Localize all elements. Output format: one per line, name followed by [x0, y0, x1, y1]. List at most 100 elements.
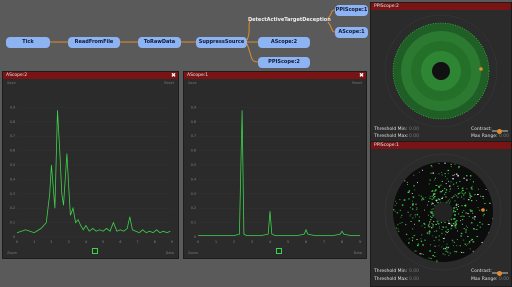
- radar-echo: [456, 203, 458, 205]
- radar-echo: [481, 223, 483, 225]
- ascope1-xtick-label: 4: [269, 240, 271, 244]
- radar-echo: [462, 190, 464, 192]
- radar-echo: [441, 172, 443, 173]
- radar-echo: [461, 192, 463, 194]
- radar-echo: [435, 224, 437, 225]
- node-ppiscope2[interactable]: PPIScope:2: [258, 57, 310, 68]
- ascope2-xtick-label: 0: [16, 240, 18, 244]
- radar-echo: [434, 252, 436, 253]
- radar-echo: [399, 199, 401, 201]
- radar-echo: [408, 238, 410, 240]
- radar-echo: [454, 221, 456, 223]
- ppiscope2-contrast-knob[interactable]: [497, 128, 502, 134]
- radar-echo: [470, 195, 473, 197]
- ascope1-title-bar[interactable]: AScope:1 ✖: [184, 72, 366, 79]
- radar-echo: [453, 218, 456, 220]
- ascope1-zoom-button[interactable]: Zoom: [188, 251, 198, 255]
- radar-echo: [414, 223, 415, 225]
- radar-echo: [428, 214, 429, 216]
- ascope1-ytick-label: 0.4: [191, 177, 196, 181]
- ppiscope2-threshold-max-value[interactable]: 0.00: [409, 134, 419, 139]
- radar-echo: [427, 204, 428, 206]
- radar-echo: [449, 200, 451, 202]
- radar-echo: [462, 193, 464, 194]
- radar-echo: [444, 173, 446, 175]
- node-detect-active-target-deception[interactable]: DetectActiveTargetDeception: [248, 15, 331, 26]
- ascope2-save-button[interactable]: Save: [7, 81, 16, 85]
- radar-echo: [444, 248, 446, 250]
- radar-echo: [443, 248, 445, 250]
- radar-echo: [399, 209, 401, 212]
- ppiscope1-title-bar[interactable]: PPIScope:1: [371, 142, 511, 149]
- ppiscope1-contrast-slider[interactable]: [492, 270, 508, 276]
- radar-echo: [484, 203, 486, 204]
- node-suppress-source[interactable]: SuppressSource: [196, 37, 247, 48]
- radar-echo: [421, 253, 423, 255]
- radar-echo: [465, 230, 467, 231]
- radar-echo: [445, 226, 447, 228]
- ascope2-ytick-label: 0.6: [10, 149, 15, 153]
- ascope2-title-bar[interactable]: AScope:2 ✖: [3, 72, 178, 79]
- radar-echo: [442, 190, 444, 192]
- ascope2-data-button[interactable]: Data: [166, 251, 174, 255]
- radar-echo: [424, 209, 425, 211]
- radar-echo: [463, 198, 465, 200]
- radar-echo: [413, 174, 415, 176]
- radar-echo: [463, 209, 465, 212]
- radar-echo: [463, 177, 465, 179]
- radar-echo: [438, 186, 440, 188]
- radar-echo: [447, 246, 450, 249]
- node-tick[interactable]: Tick: [6, 37, 50, 48]
- radar-echo: [454, 226, 456, 228]
- radar-echo: [459, 245, 461, 247]
- radar-echo: [475, 229, 478, 230]
- ppiscope2-threshold-min-value[interactable]: 0.00: [409, 127, 419, 132]
- radar-echo: [443, 188, 446, 190]
- radar-echo: [408, 242, 410, 244]
- radar-echo: [437, 222, 439, 224]
- node-to-raw-data[interactable]: ToRawData: [138, 37, 181, 48]
- ascope1-data-button[interactable]: Data: [354, 251, 362, 255]
- radar-echo: [430, 258, 432, 259]
- ascope1-save-button[interactable]: Save: [188, 81, 197, 85]
- ascope2-reset-button[interactable]: Reset: [164, 81, 174, 85]
- radar-echo: [479, 226, 481, 228]
- ppiscope2-title-bar[interactable]: PPIScope:2: [371, 3, 511, 10]
- radar-echo: [395, 200, 397, 202]
- ascope1-reset-button[interactable]: Reset: [352, 81, 362, 85]
- radar-echo: [417, 181, 418, 184]
- ascope1-title: AScope:1: [187, 73, 209, 78]
- ppiscope1-threshold-min-value[interactable]: 0.00: [409, 269, 419, 274]
- radar-echo: [438, 239, 440, 241]
- ascope1-legend-marker[interactable]: [276, 248, 282, 254]
- ascope2-legend-marker[interactable]: [92, 248, 98, 254]
- ppiscope1-max-range-value[interactable]: 0.00: [499, 277, 509, 282]
- close-icon[interactable]: ✖: [359, 72, 364, 79]
- radar-echo: [480, 195, 482, 197]
- ppiscope1-threshold-max-value[interactable]: 0.00: [409, 277, 419, 282]
- ppiscope1-contrast-knob[interactable]: [497, 270, 502, 276]
- node-read-from-file[interactable]: ReadFromFile: [68, 37, 120, 48]
- radar-echo: [456, 251, 458, 253]
- radar-echo: [481, 242, 483, 243]
- radar-echo: [469, 196, 471, 198]
- radar-echo: [453, 210, 454, 212]
- radar-echo: [463, 228, 465, 229]
- radar-echo: [424, 239, 426, 241]
- radar-echo: [486, 209, 488, 211]
- ppiscope2-max-range-value[interactable]: 0.00: [499, 134, 509, 139]
- ascope2-zoom-button[interactable]: Zoom: [7, 251, 17, 255]
- ppiscope2-contrast-slider[interactable]: [492, 128, 508, 134]
- radar-echo: [477, 207, 479, 209]
- close-icon[interactable]: ✖: [171, 72, 176, 79]
- node-ppiscope1[interactable]: PPIScope:1: [335, 5, 368, 16]
- ascope1-xtick-label: 6: [305, 240, 307, 244]
- radar-echo: [434, 190, 436, 192]
- radar-echo: [412, 239, 413, 242]
- ascope1-ytick-label: 0: [194, 235, 196, 239]
- radar-echo: [447, 251, 449, 253]
- node-ascope1[interactable]: AScope:1: [335, 27, 368, 38]
- radar-echo: [440, 184, 442, 186]
- node-ascope2[interactable]: AScope:2: [258, 37, 310, 48]
- ascope2-ytick-label: 0.4: [10, 177, 15, 181]
